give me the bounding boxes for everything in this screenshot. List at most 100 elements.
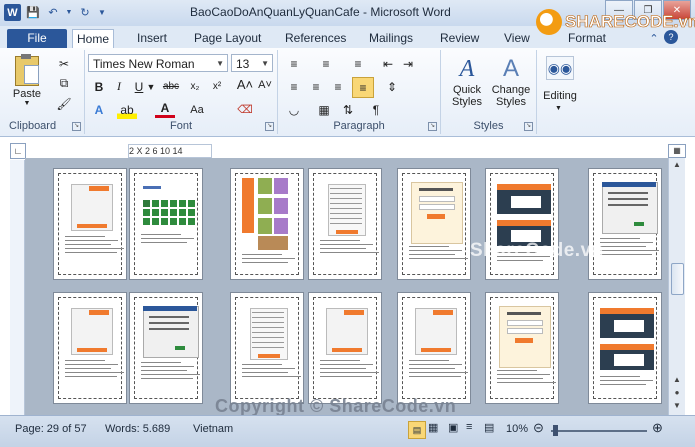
numbering-icon[interactable]: ≡: [316, 54, 336, 73]
tab-page-layout[interactable]: Page Layout: [190, 29, 265, 48]
sort-icon[interactable]: ⇅: [338, 100, 358, 119]
borders-icon[interactable]: ▦: [314, 100, 334, 119]
vertical-ruler: [10, 160, 25, 415]
chevron-down-icon[interactable]: ▼: [216, 55, 224, 73]
scroll-thumb[interactable]: [671, 263, 684, 295]
word-app-icon[interactable]: W: [4, 4, 21, 21]
row1-page-thumbnail[interactable]: [485, 168, 559, 280]
row1-page-thumbnail[interactable]: [53, 168, 127, 280]
line-spacing-icon[interactable]: ⇕: [382, 77, 402, 96]
zoom-level[interactable]: 10%: [506, 423, 528, 435]
grow-font-icon[interactable]: A˄: [235, 75, 255, 94]
scroll-up-icon[interactable]: ▲: [669, 158, 685, 172]
chevron-down-icon[interactable]: ▼: [261, 55, 269, 73]
quick-styles-button[interactable]: A Quick Styles: [445, 54, 489, 108]
zoom-out-icon[interactable]: ⊝: [533, 420, 544, 436]
ribbon: Paste ▼ ✂ ⧉ 🖌 Clipboard ↘ Times New Roma…: [0, 48, 695, 137]
change-styles-button[interactable]: A Change Styles: [489, 54, 533, 108]
tab-review[interactable]: Review: [436, 29, 483, 48]
previous-page-icon[interactable]: ▲: [669, 373, 685, 387]
subscript-icon[interactable]: x₂: [185, 77, 205, 96]
vertical-scrollbar[interactable]: ▲ ▲ ● ▼: [668, 158, 685, 415]
align-center-icon[interactable]: ≡: [306, 77, 326, 96]
tab-view[interactable]: View: [500, 29, 534, 48]
row1-page-thumbnail[interactable]: [129, 168, 203, 280]
word-count[interactable]: Words: 5.689: [105, 423, 170, 435]
page-count[interactable]: Page: 29 of 57: [15, 423, 87, 435]
row2-page-thumbnail[interactable]: [588, 292, 662, 404]
styles-dialog-launcher-icon[interactable]: ↘: [524, 122, 533, 131]
row2-page-thumbnail[interactable]: [53, 292, 127, 404]
print-layout-icon[interactable]: ▤: [408, 421, 426, 439]
strikethrough-icon[interactable]: abc: [161, 77, 181, 96]
font-group-label: Font: [169, 120, 192, 132]
document-canvas[interactable]: ShareCode.vn Copyright © ShareCode.vn: [25, 158, 668, 415]
font-dialog-launcher-icon[interactable]: ↘: [265, 122, 274, 131]
highlight-icon[interactable]: ab: [117, 100, 137, 119]
horizontal-ruler[interactable]: 2 X 2 6 10 14: [128, 144, 212, 158]
cut-icon[interactable]: ✂: [54, 54, 74, 73]
decrease-indent-icon[interactable]: ⇤: [378, 54, 398, 73]
row2-page-thumbnail[interactable]: [230, 292, 304, 404]
justify-icon[interactable]: ≡: [352, 77, 374, 98]
superscript-icon[interactable]: x²: [207, 77, 227, 96]
undo-icon[interactable]: ↶: [45, 5, 61, 21]
underline-dropdown-icon[interactable]: ▼: [147, 77, 156, 96]
outline-icon[interactable]: ≡: [466, 421, 472, 433]
zoom-in-icon[interactable]: ⊕: [652, 420, 663, 436]
row2-page-thumbnail[interactable]: [129, 292, 203, 404]
paragraph-dialog-launcher-icon[interactable]: ↘: [428, 122, 437, 131]
tab-mailings[interactable]: Mailings: [365, 29, 417, 48]
copy-icon[interactable]: ⧉: [54, 74, 74, 93]
tab-insert[interactable]: Insert: [133, 29, 171, 48]
change-case-icon[interactable]: Aa: [187, 100, 207, 119]
save-icon[interactable]: 💾: [25, 5, 41, 21]
align-right-icon[interactable]: ≡: [328, 77, 348, 96]
tab-selector-icon[interactable]: ∟: [10, 143, 26, 159]
row1-page-thumbnail[interactable]: [308, 168, 382, 280]
customize-qat-icon[interactable]: ▼: [97, 5, 107, 21]
font-name-combo[interactable]: Times New Roman ▼: [88, 54, 228, 72]
paragraph-group-label: Paragraph: [333, 120, 385, 132]
shrink-font-icon[interactable]: A˅: [255, 75, 275, 94]
text-effects-icon[interactable]: A: [89, 100, 109, 119]
show-marks-icon[interactable]: ¶: [366, 100, 386, 119]
undo-dropdown-icon[interactable]: ▼: [65, 5, 73, 21]
font-size-combo[interactable]: 13 ▼: [231, 54, 273, 72]
multilevel-list-icon[interactable]: ≡: [348, 54, 368, 73]
increase-indent-icon[interactable]: ⇥: [398, 54, 418, 73]
tab-home[interactable]: Home: [72, 29, 115, 50]
bold-icon[interactable]: B: [89, 77, 109, 96]
tab-file[interactable]: File: [7, 29, 67, 48]
row1-page-thumbnail[interactable]: [397, 168, 471, 280]
zoom-slider-thumb[interactable]: [553, 425, 558, 436]
sharecode-logo-icon: [536, 9, 562, 35]
language-indicator[interactable]: Vietnam: [193, 423, 233, 435]
paragraph-group: ≡ ≡ ≡ ⇤ ⇥ ≡ ≡ ≡ ≡ ⇕ ◡ ▦ ⇅ ¶ Paragraph ↘: [278, 50, 441, 134]
tab-references[interactable]: References: [281, 29, 350, 48]
draft-icon[interactable]: ▤: [484, 421, 494, 434]
row2-page-thumbnail[interactable]: [485, 292, 559, 404]
web-layout-icon[interactable]: ▣: [448, 421, 458, 434]
row1-page-thumbnail[interactable]: [588, 168, 662, 280]
row2-page-thumbnail[interactable]: [308, 292, 382, 404]
clear-formatting-icon[interactable]: ⌫: [235, 100, 255, 119]
full-screen-reading-icon[interactable]: ▦: [428, 421, 438, 434]
align-left-icon[interactable]: ≡: [284, 77, 304, 96]
row1-page-thumbnail[interactable]: [230, 168, 304, 280]
font-name-value: Times New Roman: [93, 57, 195, 71]
zoom-slider[interactable]: [551, 425, 647, 436]
editing-group[interactable]: ◉◉ Editing ▼: [537, 50, 583, 134]
browse-object-icon[interactable]: ●: [669, 386, 685, 400]
font-color-icon[interactable]: A: [155, 100, 175, 118]
next-page-icon[interactable]: ▼: [669, 399, 685, 413]
clipboard-dialog-launcher-icon[interactable]: ↘: [72, 122, 81, 131]
view-ruler-icon[interactable]: ▦: [668, 144, 686, 158]
row2-page-thumbnail[interactable]: [397, 292, 471, 404]
bullets-icon[interactable]: ≡: [284, 54, 304, 73]
paste-button[interactable]: Paste ▼: [10, 54, 44, 110]
shading-icon[interactable]: ◡: [284, 100, 304, 119]
italic-icon[interactable]: I: [109, 77, 129, 96]
redo-icon[interactable]: ↻: [77, 5, 93, 21]
format-painter-icon[interactable]: 🖌: [54, 94, 74, 113]
